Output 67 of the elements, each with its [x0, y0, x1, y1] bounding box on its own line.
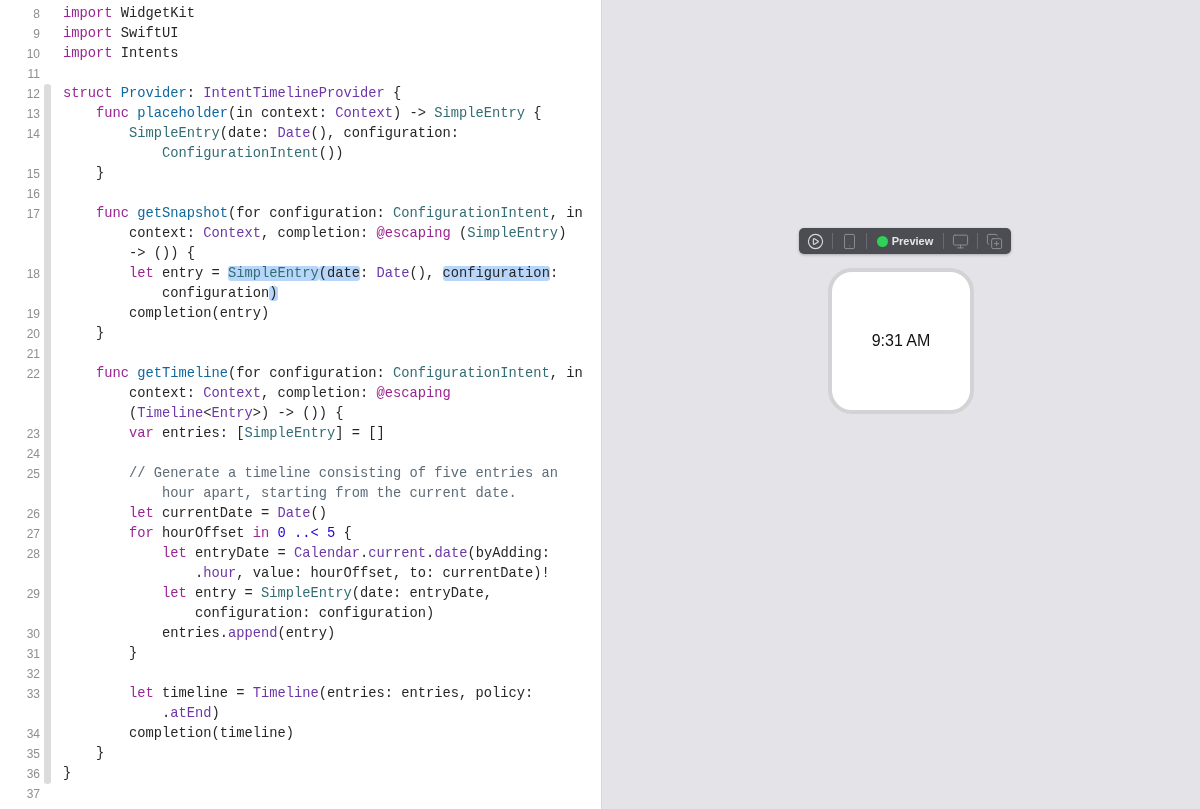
code-line: }	[95, 165, 106, 183]
code-line: completion(timeline)	[128, 725, 296, 743]
line-number: 29	[25, 586, 41, 603]
line-number: 30	[25, 626, 41, 643]
status-dot-icon	[876, 235, 888, 247]
code-line: // Generate a timeline consisting of five entries an	[128, 465, 560, 483]
line-number: 31	[25, 646, 41, 663]
line-number: 10	[25, 46, 41, 63]
code-line: let timeline = Timeline(entries: entries, policy:	[128, 685, 535, 703]
code-line: }	[128, 645, 139, 663]
code-line: (Timeline<Entry>) -> ()) {	[128, 405, 345, 423]
widget-time: 9:31 AM	[871, 332, 931, 350]
code-line: import Intents	[63, 45, 180, 63]
line-number: 25	[25, 466, 41, 483]
line-number: 28	[25, 546, 41, 563]
code-line: let entry = SimpleEntry(date: entryDate,	[161, 585, 494, 603]
code-line: .hour, value: hourOffset, to: currentDate)!	[194, 565, 551, 583]
code-line: var entries: [SimpleEntry] = []	[128, 425, 386, 443]
line-number: 14	[25, 126, 41, 143]
line-number: 15	[25, 166, 41, 183]
code-line: context: Context, completion: @escaping (SimpleEntry)	[128, 225, 568, 243]
line-number: 26	[25, 506, 41, 523]
line-number: 27	[25, 526, 41, 543]
line-number: 11	[26, 66, 41, 83]
line-number: 18	[25, 266, 41, 283]
line-number: 17	[25, 206, 41, 223]
code-line: entries.append(entry)	[161, 625, 337, 643]
line-number: 23	[25, 426, 41, 443]
code-line: configuration)	[161, 285, 279, 303]
code-line: configuration: configuration)	[194, 605, 436, 623]
line-number: 22	[25, 366, 41, 383]
code-line: let currentDate = Date()	[128, 505, 329, 523]
line-number: 20	[25, 326, 41, 343]
line-number: 19	[25, 306, 41, 323]
preview-button[interactable]: Preview	[872, 235, 938, 247]
line-number: 8	[32, 6, 41, 23]
line-number: 9	[32, 26, 41, 43]
line-number: 37	[25, 786, 41, 803]
code-line: completion(entry)	[128, 305, 271, 323]
code-line: }	[95, 325, 106, 343]
code-line: func placeholder(in context: Context) -> SimpleEntry {	[95, 105, 543, 123]
code-line: -> ()) {	[128, 245, 197, 263]
line-number: 12	[25, 86, 41, 103]
code-line: let entryDate = Calendar.current.date(byAdding:	[161, 545, 551, 563]
code-line: import WidgetKit	[63, 5, 197, 23]
line-number: 33	[25, 686, 41, 703]
line-number: 24	[25, 446, 41, 463]
code-line: context: Context, completion: @escaping	[128, 385, 452, 403]
code-line: struct Provider: IntentTimelineProvider {	[63, 85, 403, 103]
code-line: }	[63, 765, 73, 783]
code-line: func getSnapshot(for configuration: ConfigurationIntent, in	[95, 205, 583, 223]
code-line: SimpleEntry(date: Date(), configuration:	[128, 125, 461, 143]
code-line: ConfigurationIntent())	[161, 145, 345, 163]
line-number: 36	[25, 766, 41, 783]
line-number: 16	[25, 186, 41, 203]
code-line: }	[95, 745, 106, 763]
line-number: 34	[25, 726, 41, 743]
code-line: for hourOffset in 0 ..< 5 {	[128, 525, 353, 543]
line-number: 32	[25, 666, 41, 683]
line-number: 13	[25, 106, 41, 123]
line-number: 35	[25, 746, 41, 763]
code-line: import SwiftUI	[63, 25, 180, 43]
code-line: .atEnd)	[161, 705, 221, 723]
code-line: hour apart, starting from the current date.	[161, 485, 518, 503]
code-line: func getTimeline(for configuration: ConfigurationIntent, in	[95, 365, 583, 383]
code-line: let entry = SimpleEntry(date: Date(), configuration:	[128, 265, 560, 283]
line-number: 21	[25, 346, 41, 363]
